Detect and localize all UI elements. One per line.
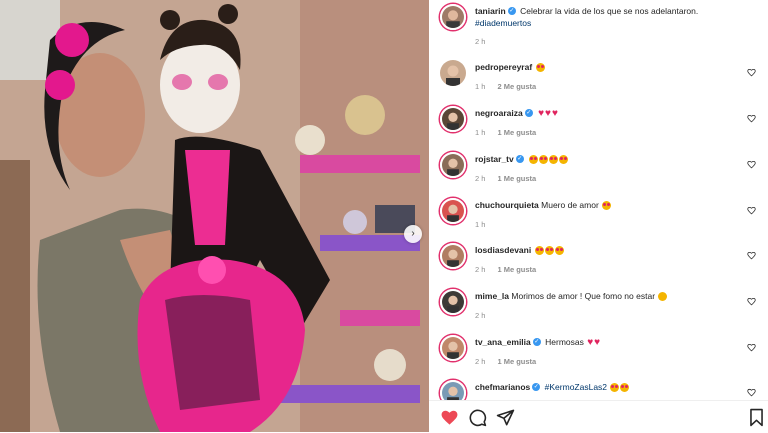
like-comment-heart-icon[interactable] bbox=[747, 343, 756, 352]
commenter-avatar[interactable] bbox=[440, 335, 466, 361]
comment-icon[interactable] bbox=[468, 408, 487, 427]
comment-meta: 1 h 1 Me gusta bbox=[475, 128, 536, 137]
caption-text: Celebrar la vida de los que se nos adela… bbox=[520, 6, 699, 16]
commenter-username[interactable]: rojstar_tv bbox=[475, 154, 514, 164]
commenter-username[interactable]: losdiasdevani bbox=[475, 245, 531, 255]
comment-text[interactable]: #KermoZasLas2 bbox=[545, 382, 610, 392]
comment-time: 2 h bbox=[475, 357, 486, 366]
comment-likes[interactable]: 2 Me gusta bbox=[497, 82, 536, 91]
heart-eyes-emoji-icon bbox=[620, 383, 630, 393]
next-photo-button[interactable]: › bbox=[404, 225, 422, 243]
sad-face-emoji-icon bbox=[658, 292, 668, 302]
verified-badge-icon: ✓ bbox=[532, 383, 541, 392]
comments-scroll[interactable]: taniarin ✓ Celebrar la vida de los que se… bbox=[429, 0, 768, 400]
comment-time: 1 h bbox=[475, 82, 486, 91]
heart-eyes-emoji-icon bbox=[549, 155, 559, 165]
like-comment-heart-icon[interactable] bbox=[747, 388, 756, 397]
heart-filled-icon[interactable] bbox=[440, 408, 459, 427]
commenter-avatar[interactable] bbox=[440, 243, 466, 269]
like-comment-heart-icon[interactable] bbox=[747, 297, 756, 306]
author-username[interactable]: taniarin bbox=[475, 6, 506, 16]
comment-meta: 2 h 1 Me gusta bbox=[475, 265, 536, 274]
comment-likes[interactable]: 1 Me gusta bbox=[497, 265, 536, 274]
commenter-avatar[interactable] bbox=[440, 380, 466, 400]
heart-emoji-icon: ♥ bbox=[551, 107, 558, 119]
heart-eyes-emoji-icon bbox=[535, 63, 545, 73]
heart-emoji-icon: ♥ bbox=[587, 336, 594, 348]
like-comment-heart-icon[interactable] bbox=[747, 114, 756, 123]
verified-badge-icon: ✓ bbox=[532, 338, 541, 347]
heart-eyes-emoji-icon bbox=[534, 246, 544, 256]
chevron-right-icon: › bbox=[411, 228, 415, 239]
commenter-username[interactable]: chefmarianos bbox=[475, 382, 530, 392]
heart-eyes-emoji-icon bbox=[529, 155, 539, 165]
comment-text: Hermosas bbox=[545, 337, 587, 347]
heart-emoji-icon: ♥ bbox=[594, 336, 601, 348]
verified-badge-icon: ✓ bbox=[507, 7, 516, 16]
post-time: 2 h bbox=[475, 37, 486, 46]
heart-eyes-emoji-icon bbox=[559, 155, 569, 165]
heart-eyes-emoji-icon bbox=[544, 246, 554, 256]
comment-meta: 2 h 1 Me gusta bbox=[475, 357, 536, 366]
comment-time: 2 h bbox=[475, 265, 486, 274]
comment-meta: 1 h bbox=[475, 220, 485, 229]
comment-time: 2 h bbox=[475, 311, 486, 320]
comment-likes[interactable]: 1 Me gusta bbox=[497, 357, 536, 366]
heart-eyes-emoji-icon bbox=[602, 201, 612, 211]
verified-badge-icon: ✓ bbox=[515, 155, 524, 164]
like-comment-heart-icon[interactable] bbox=[747, 206, 756, 215]
comment-meta: 2 h bbox=[475, 311, 485, 320]
heart-emoji-icon: ♥ bbox=[538, 107, 545, 119]
comment-time: 2 h bbox=[475, 174, 486, 183]
like-comment-heart-icon[interactable] bbox=[747, 68, 756, 77]
comment-text: Muero de amor bbox=[541, 200, 602, 210]
heart-eyes-emoji-icon bbox=[554, 246, 564, 256]
commenter-avatar[interactable] bbox=[440, 289, 466, 315]
hashtag-link[interactable]: #diademuertos bbox=[475, 18, 531, 28]
comments-panel: taniarin ✓ Celebrar la vida de los que se… bbox=[429, 0, 768, 433]
heart-emoji-icon: ♥ bbox=[545, 107, 551, 119]
commenter-avatar[interactable] bbox=[440, 106, 466, 132]
commenter-avatar[interactable] bbox=[440, 198, 466, 224]
comment-likes[interactable]: 1 Me gusta bbox=[497, 128, 536, 137]
share-icon[interactable] bbox=[496, 408, 515, 427]
heart-eyes-emoji-icon bbox=[610, 383, 620, 393]
comment-likes[interactable]: 1 Me gusta bbox=[497, 174, 536, 183]
commenter-username[interactable]: chuchourquieta bbox=[475, 200, 539, 210]
like-comment-heart-icon[interactable] bbox=[747, 251, 756, 260]
heart-eyes-emoji-icon bbox=[539, 155, 549, 165]
comment-text: Morimos de amor ! Que fomo no estar bbox=[511, 291, 658, 301]
commenter-avatar[interactable] bbox=[440, 60, 466, 86]
comment-meta: 2 h 1 Me gusta bbox=[475, 174, 536, 183]
bookmark-icon[interactable] bbox=[747, 408, 766, 427]
like-comment-heart-icon[interactable] bbox=[747, 160, 756, 169]
comment-meta: 1 h 2 Me gusta bbox=[475, 82, 536, 91]
author-avatar[interactable] bbox=[440, 4, 466, 30]
post-photo: › bbox=[0, 0, 429, 432]
comment-time: 1 h bbox=[475, 220, 486, 229]
action-bar bbox=[429, 400, 768, 433]
verified-badge-icon: ✓ bbox=[524, 109, 533, 118]
commenter-avatar[interactable] bbox=[440, 152, 466, 178]
commenter-username[interactable]: negroaraiza bbox=[475, 108, 523, 118]
commenter-username[interactable]: tv_ana_emilia bbox=[475, 337, 531, 347]
commenter-username[interactable]: mime_la bbox=[475, 291, 509, 301]
commenter-username[interactable]: pedropereyraf bbox=[475, 62, 532, 72]
comment-time: 1 h bbox=[475, 128, 486, 137]
